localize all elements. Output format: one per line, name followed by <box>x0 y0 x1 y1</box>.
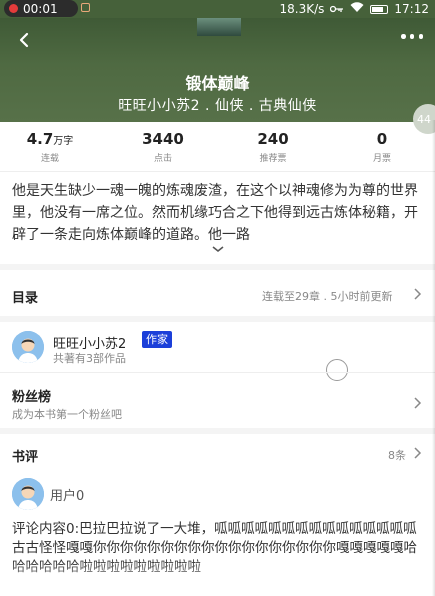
reviews-count: 8条 <box>388 449 406 462</box>
chevron-right-icon <box>414 288 422 300</box>
avatar-icon <box>12 478 44 510</box>
catalog-status: 连载至29章 . 5小时前更新 <box>262 290 393 303</box>
divider <box>0 372 435 373</box>
bottom-fade <box>0 560 435 596</box>
avatar-icon <box>12 331 44 363</box>
clock: 17:12 <box>394 2 429 16</box>
status-bar: 00:01 18.3K/s 17:12 <box>0 0 435 18</box>
record-timer: 00:01 <box>23 1 58 16</box>
more-dots-icon <box>401 34 406 39</box>
chevron-down-icon[interactable] <box>211 244 225 254</box>
section-gap <box>0 428 435 434</box>
stat-recommend: 240 推荐票 <box>257 130 289 164</box>
book-stats: 4.7万字 连载 3440 点击 240 推荐票 0 月票 <box>0 122 435 168</box>
reviews-title: 书评 <box>12 450 39 465</box>
fans-sub: 成为本书第一个粉丝吧 <box>12 408 122 421</box>
more-button[interactable] <box>401 34 423 42</box>
catalog-title: 目录 <box>12 291 39 306</box>
wifi-icon <box>350 2 364 16</box>
author-works: 共著有3部作品 <box>53 352 126 365</box>
stat-clicks: 3440 点击 <box>142 130 184 164</box>
net-speed: 18.3K/s <box>279 2 325 16</box>
screen-record-pill[interactable]: 00:01 <box>4 0 78 17</box>
review-avatar <box>12 478 44 510</box>
stat-monthly: 0 月票 <box>372 130 391 164</box>
book-intro[interactable]: 他是天生缺少一魂一魄的炼魂废渣，在这个以神魂修为为尊的世界里，他没有一席之位。然… <box>12 180 424 246</box>
author-badge: 作家 <box>142 331 172 348</box>
key-icon <box>330 2 344 16</box>
book-meta: 旺旺小小苏2 . 仙侠 . 古典仙侠 <box>118 98 317 114</box>
back-button[interactable] <box>16 30 34 50</box>
book-cover <box>197 18 241 36</box>
chevron-right-icon <box>414 397 422 409</box>
notification-icon <box>81 3 90 12</box>
record-dot-icon <box>9 4 18 13</box>
author-avatar <box>12 331 44 363</box>
section-gap <box>0 316 435 322</box>
stat-words: 4.7万字 连载 <box>26 130 74 164</box>
chevron-right-icon <box>414 447 422 459</box>
touch-indicator <box>326 359 348 381</box>
back-arrow-icon <box>19 32 29 48</box>
section-gap <box>0 264 435 270</box>
book-header: 锻体巅峰 旺旺小小苏2 . 仙侠 . 古典仙侠 <box>0 18 435 122</box>
book-title: 锻体巅峰 <box>185 74 250 93</box>
divider <box>0 171 435 172</box>
battery-icon <box>370 4 389 14</box>
review-username: 用户0 <box>50 489 85 504</box>
fans-title: 粉丝榜 <box>12 390 52 405</box>
